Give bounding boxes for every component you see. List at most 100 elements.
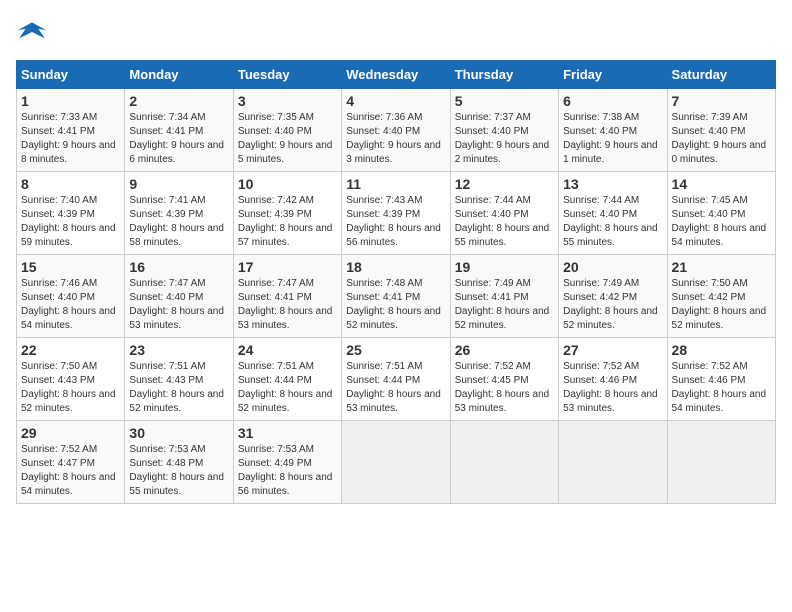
day-info: Sunrise: 7:42 AM Sunset: 4:39 PM Dayligh… [238, 194, 337, 250]
calendar-cell: 19 Sunrise: 7:49 AM Sunset: 4:41 PM Dayli… [450, 255, 558, 338]
calendar-cell: 21 Sunrise: 7:50 AM Sunset: 4:42 PM Dayli… [667, 255, 775, 338]
calendar-cell: 27 Sunrise: 7:52 AM Sunset: 4:46 PM Dayli… [559, 338, 667, 421]
column-header-saturday: Saturday [667, 61, 775, 89]
day-info: Sunrise: 7:47 AM Sunset: 4:41 PM Dayligh… [238, 277, 337, 333]
day-info: Sunrise: 7:38 AM Sunset: 4:40 PM Dayligh… [563, 111, 662, 167]
calendar-cell: 26 Sunrise: 7:52 AM Sunset: 4:45 PM Dayli… [450, 338, 558, 421]
day-number: 10 [238, 176, 337, 192]
calendar-cell: 18 Sunrise: 7:48 AM Sunset: 4:41 PM Dayli… [342, 255, 450, 338]
day-number: 17 [238, 259, 337, 275]
day-number: 15 [21, 259, 120, 275]
day-info: Sunrise: 7:51 AM Sunset: 4:44 PM Dayligh… [238, 360, 337, 416]
calendar-cell: 23 Sunrise: 7:51 AM Sunset: 4:43 PM Dayli… [125, 338, 233, 421]
calendar-cell: 7Sunrise: 7:39 AM Sunset: 4:40 PM Daylig… [667, 89, 775, 172]
day-info: Sunrise: 7:52 AM Sunset: 4:47 PM Dayligh… [21, 443, 120, 499]
day-number: 21 [672, 259, 771, 275]
column-header-monday: Monday [125, 61, 233, 89]
day-number: 12 [455, 176, 554, 192]
day-number: 14 [672, 176, 771, 192]
day-number: 11 [346, 176, 445, 192]
column-header-thursday: Thursday [450, 61, 558, 89]
calendar-cell: 8 Sunrise: 7:40 AM Sunset: 4:39 PM Daylig… [17, 172, 125, 255]
day-info: Sunrise: 7:52 AM Sunset: 4:45 PM Dayligh… [455, 360, 554, 416]
day-info: Sunrise: 7:33 AM Sunset: 4:41 PM Dayligh… [21, 111, 120, 167]
logo [16, 16, 52, 48]
day-number: 29 [21, 425, 120, 441]
day-number: 23 [129, 342, 228, 358]
calendar-table: SundayMondayTuesdayWednesdayThursdayFrid… [16, 60, 776, 504]
day-info: Sunrise: 7:46 AM Sunset: 4:40 PM Dayligh… [21, 277, 120, 333]
day-info: Sunrise: 7:49 AM Sunset: 4:41 PM Dayligh… [455, 277, 554, 333]
day-info: Sunrise: 7:49 AM Sunset: 4:42 PM Dayligh… [563, 277, 662, 333]
calendar-week-row: 15 Sunrise: 7:46 AM Sunset: 4:40 PM Dayli… [17, 255, 776, 338]
calendar-cell: 14 Sunrise: 7:45 AM Sunset: 4:40 PM Dayli… [667, 172, 775, 255]
day-info: Sunrise: 7:36 AM Sunset: 4:40 PM Dayligh… [346, 111, 445, 167]
day-number: 16 [129, 259, 228, 275]
day-info: Sunrise: 7:52 AM Sunset: 4:46 PM Dayligh… [563, 360, 662, 416]
day-info: Sunrise: 7:41 AM Sunset: 4:39 PM Dayligh… [129, 194, 228, 250]
day-info: Sunrise: 7:44 AM Sunset: 4:40 PM Dayligh… [563, 194, 662, 250]
day-info: Sunrise: 7:43 AM Sunset: 4:39 PM Dayligh… [346, 194, 445, 250]
day-info: Sunrise: 7:35 AM Sunset: 4:40 PM Dayligh… [238, 111, 337, 167]
day-number: 5 [455, 93, 554, 109]
day-info: Sunrise: 7:34 AM Sunset: 4:41 PM Dayligh… [129, 111, 228, 167]
day-info: Sunrise: 7:40 AM Sunset: 4:39 PM Dayligh… [21, 194, 120, 250]
column-header-friday: Friday [559, 61, 667, 89]
day-info: Sunrise: 7:44 AM Sunset: 4:40 PM Dayligh… [455, 194, 554, 250]
day-info: Sunrise: 7:51 AM Sunset: 4:43 PM Dayligh… [129, 360, 228, 416]
calendar-week-row: 22Sunrise: 7:50 AM Sunset: 4:43 PM Dayli… [17, 338, 776, 421]
day-info: Sunrise: 7:48 AM Sunset: 4:41 PM Dayligh… [346, 277, 445, 333]
day-info: Sunrise: 7:52 AM Sunset: 4:46 PM Dayligh… [672, 360, 771, 416]
day-info: Sunrise: 7:45 AM Sunset: 4:40 PM Dayligh… [672, 194, 771, 250]
day-info: Sunrise: 7:50 AM Sunset: 4:42 PM Dayligh… [672, 277, 771, 333]
calendar-cell: 6 Sunrise: 7:38 AM Sunset: 4:40 PM Daylig… [559, 89, 667, 172]
day-number: 9 [129, 176, 228, 192]
day-info: Sunrise: 7:37 AM Sunset: 4:40 PM Dayligh… [455, 111, 554, 167]
calendar-cell [450, 421, 558, 504]
calendar-cell: 25 Sunrise: 7:51 AM Sunset: 4:44 PM Dayli… [342, 338, 450, 421]
calendar-cell: 9 Sunrise: 7:41 AM Sunset: 4:39 PM Daylig… [125, 172, 233, 255]
day-info: Sunrise: 7:47 AM Sunset: 4:40 PM Dayligh… [129, 277, 228, 333]
day-info: Sunrise: 7:53 AM Sunset: 4:49 PM Dayligh… [238, 443, 337, 499]
calendar-cell: 24Sunrise: 7:51 AM Sunset: 4:44 PM Dayli… [233, 338, 341, 421]
day-number: 26 [455, 342, 554, 358]
calendar-cell [667, 421, 775, 504]
day-number: 31 [238, 425, 337, 441]
day-number: 19 [455, 259, 554, 275]
day-number: 1 [21, 93, 120, 109]
day-info: Sunrise: 7:51 AM Sunset: 4:44 PM Dayligh… [346, 360, 445, 416]
day-number: 20 [563, 259, 662, 275]
calendar-cell: 2 Sunrise: 7:34 AM Sunset: 4:41 PM Daylig… [125, 89, 233, 172]
calendar-cell: 4Sunrise: 7:36 AM Sunset: 4:40 PM Daylig… [342, 89, 450, 172]
day-number: 7 [672, 93, 771, 109]
day-number: 13 [563, 176, 662, 192]
page-header [16, 16, 776, 48]
calendar-cell: 12 Sunrise: 7:44 AM Sunset: 4:40 PM Dayli… [450, 172, 558, 255]
calendar-header-row: SundayMondayTuesdayWednesdayThursdayFrid… [17, 61, 776, 89]
calendar-week-row: 1 Sunrise: 7:33 AM Sunset: 4:41 PM Daylig… [17, 89, 776, 172]
day-number: 18 [346, 259, 445, 275]
calendar-cell [342, 421, 450, 504]
calendar-cell: 20 Sunrise: 7:49 AM Sunset: 4:42 PM Dayli… [559, 255, 667, 338]
day-number: 27 [563, 342, 662, 358]
calendar-cell: 16 Sunrise: 7:47 AM Sunset: 4:40 PM Dayli… [125, 255, 233, 338]
calendar-cell: 10 Sunrise: 7:42 AM Sunset: 4:39 PM Dayli… [233, 172, 341, 255]
calendar-cell: 11 Sunrise: 7:43 AM Sunset: 4:39 PM Dayli… [342, 172, 450, 255]
day-info: Sunrise: 7:53 AM Sunset: 4:48 PM Dayligh… [129, 443, 228, 499]
calendar-cell [559, 421, 667, 504]
column-header-tuesday: Tuesday [233, 61, 341, 89]
day-number: 25 [346, 342, 445, 358]
column-header-sunday: Sunday [17, 61, 125, 89]
calendar-cell: 3 Sunrise: 7:35 AM Sunset: 4:40 PM Daylig… [233, 89, 341, 172]
calendar-week-row: 29 Sunrise: 7:52 AM Sunset: 4:47 PM Dayli… [17, 421, 776, 504]
day-number: 30 [129, 425, 228, 441]
calendar-cell: 28Sunrise: 7:52 AM Sunset: 4:46 PM Dayli… [667, 338, 775, 421]
day-number: 8 [21, 176, 120, 192]
day-number: 3 [238, 93, 337, 109]
day-number: 6 [563, 93, 662, 109]
calendar-cell: 17 Sunrise: 7:47 AM Sunset: 4:41 PM Dayli… [233, 255, 341, 338]
day-number: 2 [129, 93, 228, 109]
calendar-cell: 30 Sunrise: 7:53 AM Sunset: 4:48 PM Dayli… [125, 421, 233, 504]
calendar-cell: 1 Sunrise: 7:33 AM Sunset: 4:41 PM Daylig… [17, 89, 125, 172]
calendar-week-row: 8 Sunrise: 7:40 AM Sunset: 4:39 PM Daylig… [17, 172, 776, 255]
